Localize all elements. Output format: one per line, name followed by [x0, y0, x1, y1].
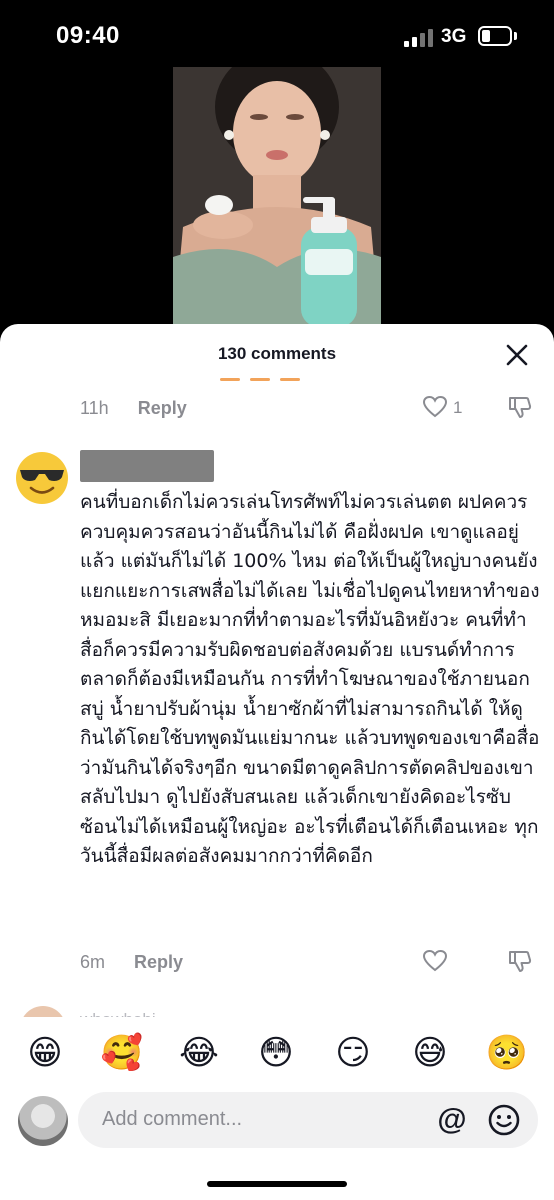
emoji-flushed-button[interactable]: 😳: [251, 1028, 301, 1078]
thumbs-down-icon[interactable]: [507, 394, 533, 420]
home-indicator: [207, 1181, 347, 1187]
prev-comment-meta: 11h Reply: [80, 398, 187, 419]
truncated-emoji-remnant: [220, 378, 300, 381]
battery-tip: [514, 32, 517, 40]
reply-button[interactable]: Reply: [134, 952, 183, 972]
redacted-username: [80, 450, 214, 482]
status-bar: 09:40 3G: [0, 0, 554, 70]
comment-body: คนที่บอกเด็กไม่ควรเล่นโทรศัพท์ไม่ควรเล่น…: [80, 491, 540, 867]
video-thumbnail[interactable]: [173, 67, 381, 337]
prev-like-count: 1: [453, 398, 463, 417]
signal-icon: [404, 27, 434, 47]
emoji-hearts-button[interactable]: 🥰: [97, 1028, 147, 1078]
emoji-quick-bar: 😁 🥰 😂 😳 😏 😅 🥺: [0, 1028, 554, 1078]
heart-outline-icon[interactable]: [422, 395, 448, 419]
network-type: 3G: [441, 26, 467, 47]
comments-sheet: 130 comments 11h Reply 1 คนที่บอกเด็กไม่…: [0, 324, 554, 1200]
emoji-joy-button[interactable]: 😂: [174, 1028, 224, 1078]
prev-reply-button[interactable]: Reply: [138, 398, 187, 418]
comment-input[interactable]: Add comment... @: [78, 1092, 538, 1148]
prev-comment-time: 11h: [80, 398, 109, 418]
emoji-grin-button[interactable]: 😁: [20, 1028, 70, 1078]
emoji-sweat-smile-button[interactable]: 😅: [405, 1028, 455, 1078]
my-avatar[interactable]: [18, 1096, 68, 1146]
smile-icon[interactable]: [486, 1102, 522, 1138]
thumbs-down-icon[interactable]: [507, 948, 533, 974]
comment-input-placeholder: Add comment...: [102, 1108, 243, 1130]
commenter-avatar[interactable]: [14, 450, 70, 506]
battery-icon: [478, 26, 512, 46]
comment-time: 6m: [80, 952, 106, 972]
emoji-pleading-button[interactable]: 🥺: [482, 1028, 532, 1078]
comment-meta: 6m Reply: [80, 952, 183, 973]
close-icon[interactable]: [504, 342, 530, 368]
heart-outline-icon[interactable]: [422, 949, 448, 973]
mention-button[interactable]: @: [434, 1102, 470, 1138]
emoji-smirk-button[interactable]: 😏: [328, 1028, 378, 1078]
comments-count-title: 130 comments: [217, 344, 337, 363]
video-frame-image: [173, 67, 381, 337]
status-time: 09:40: [56, 22, 120, 49]
